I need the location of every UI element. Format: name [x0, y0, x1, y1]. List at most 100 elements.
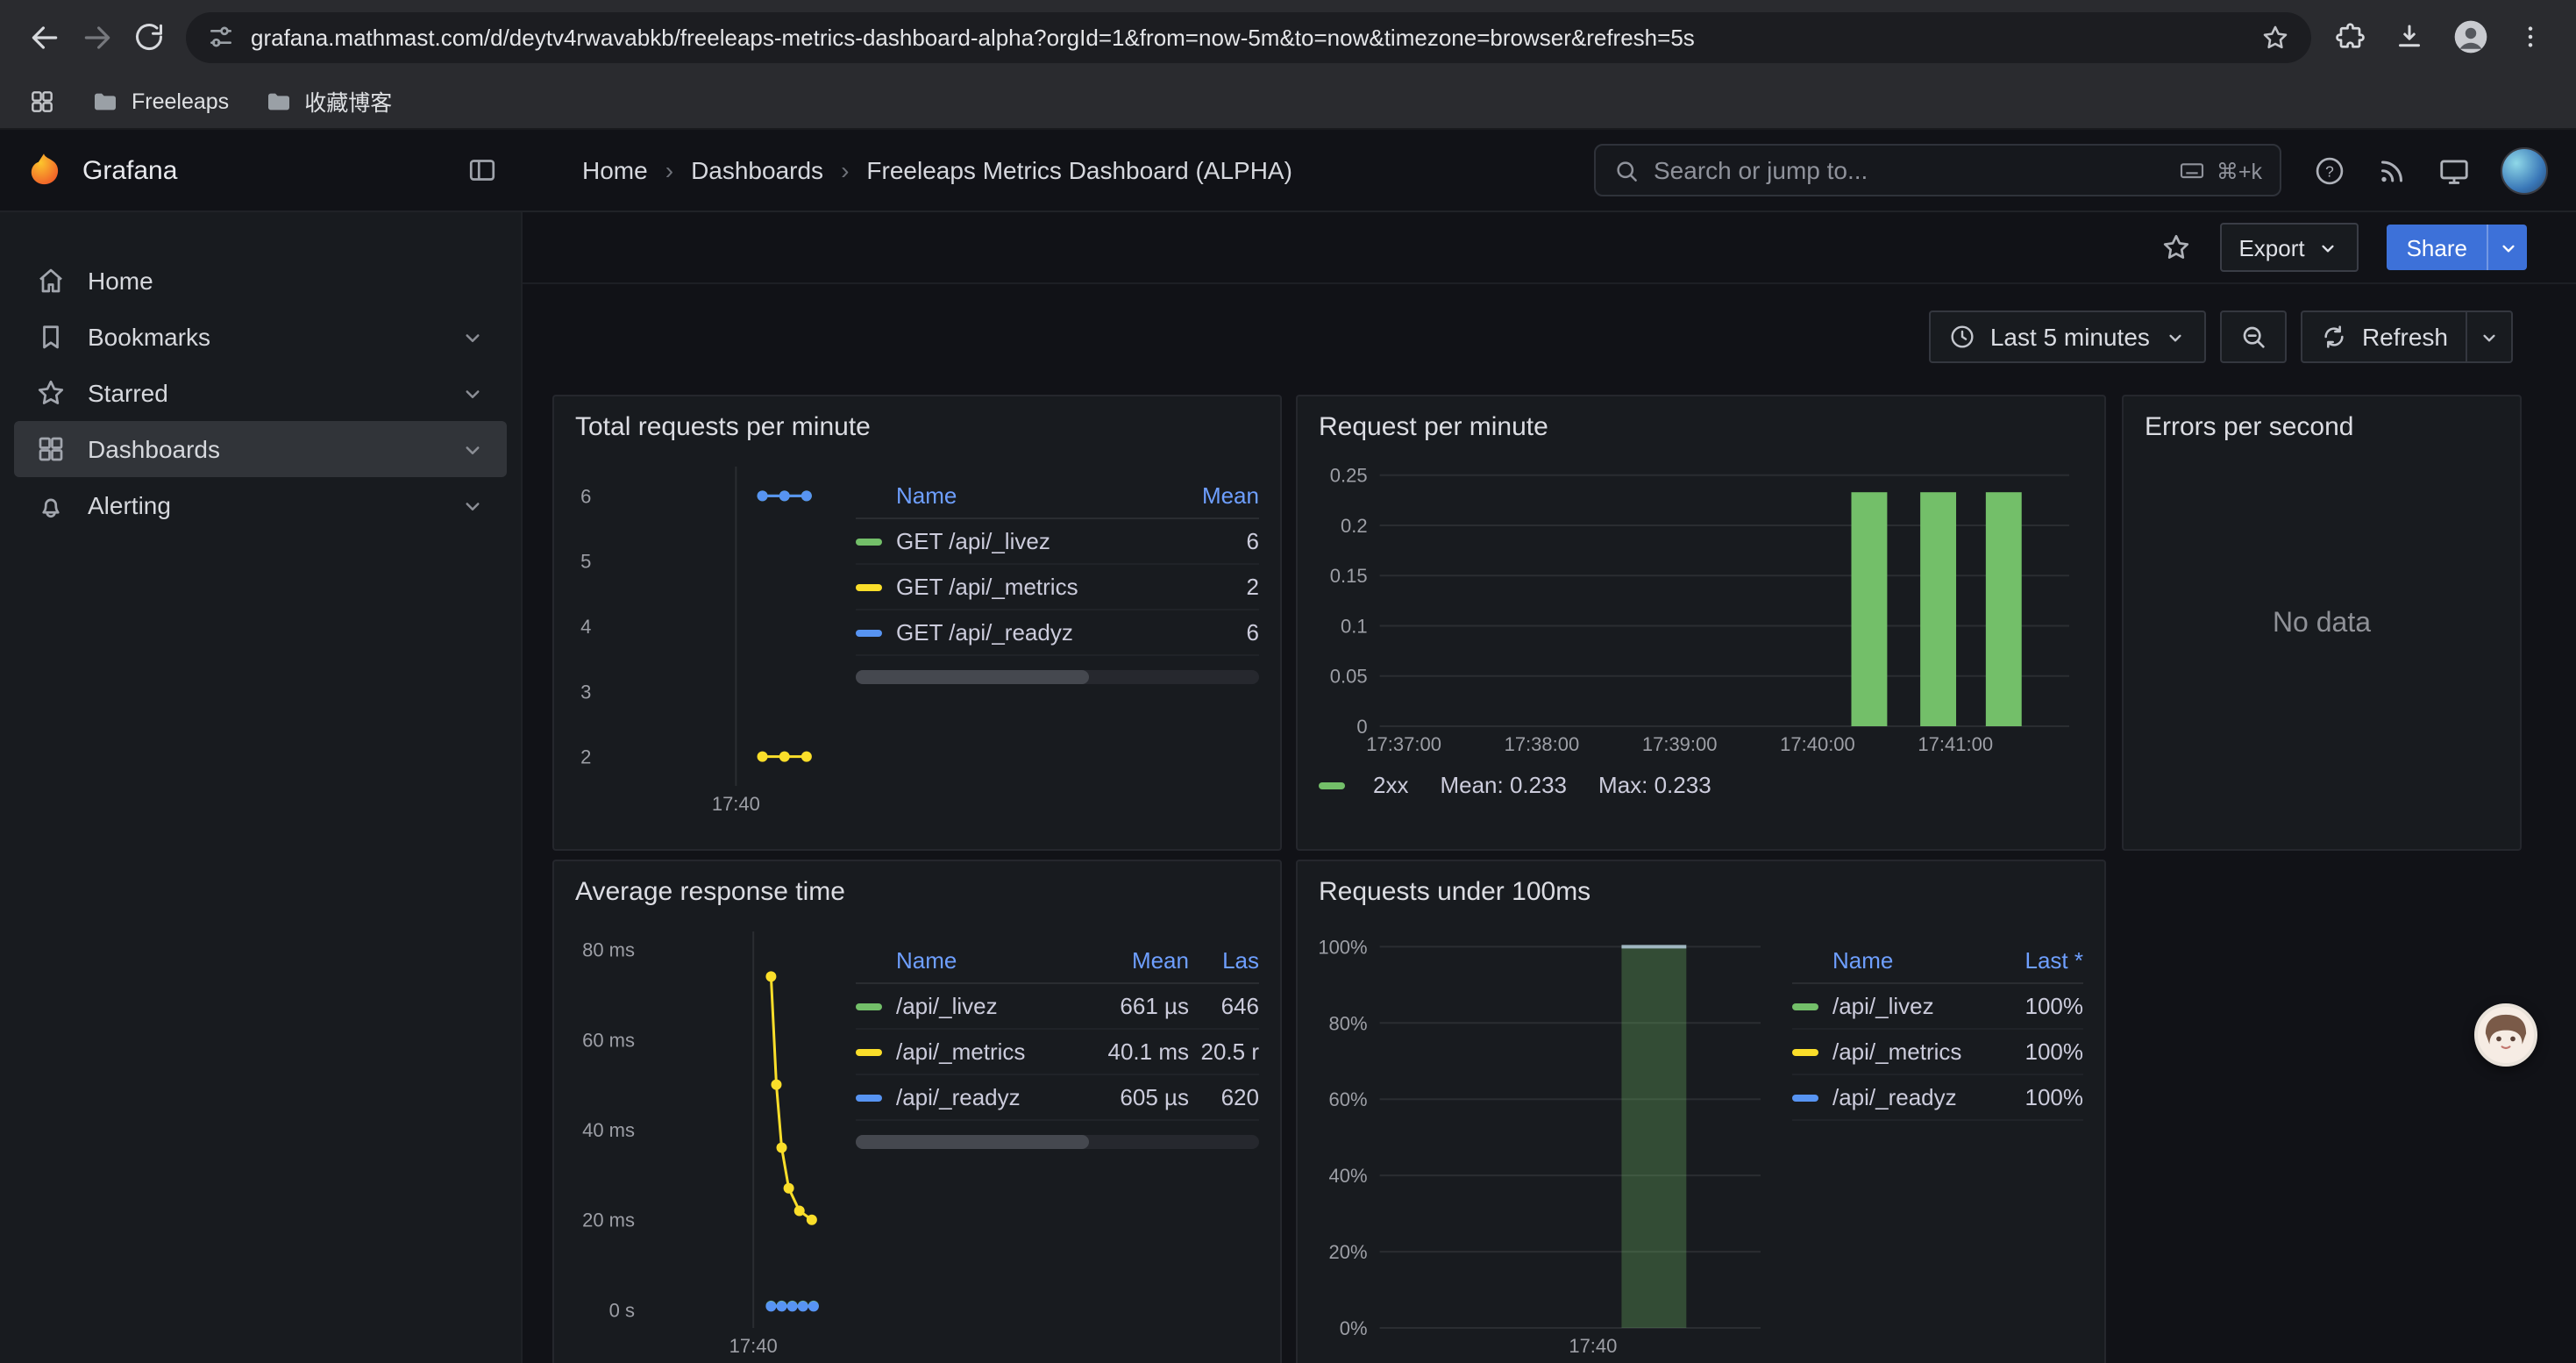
series-name[interactable]: /api/_metrics: [1832, 1038, 1996, 1065]
user-avatar[interactable]: [2501, 146, 2548, 194]
legend-row[interactable]: /api/_metrics 40.1 ms 20.5 r: [856, 1030, 1259, 1075]
bar-chart[interactable]: 0.250.20.150.10.05017:37:0017:38:0017:39…: [1319, 449, 2083, 758]
breadcrumb-dashboards[interactable]: Dashboards: [691, 156, 823, 184]
column-header-name[interactable]: Name: [1792, 947, 1996, 974]
sidebar-item-bookmarks[interactable]: Bookmarks: [14, 309, 507, 365]
home-icon: [35, 265, 67, 296]
sidebar-item-home[interactable]: Home: [14, 253, 507, 309]
series-last: 100%: [1996, 1084, 2083, 1110]
svg-text:17:38:00: 17:38:00: [1505, 733, 1580, 755]
clock-icon: [1948, 323, 1976, 351]
series-color-dash: [1792, 1048, 1818, 1055]
time-controls: Last 5 minutes Refresh: [1929, 310, 2513, 363]
search-placeholder: Search or jump to...: [1654, 156, 1868, 184]
series-name[interactable]: /api/_readyz: [1832, 1084, 1996, 1110]
legend[interactable]: 2xx Mean: 0.233 Max: 0.233: [1319, 772, 2083, 798]
horizontal-scrollbar[interactable]: [856, 670, 1259, 684]
bar-chart[interactable]: 100%80%60%40%20%0%17:40: [1319, 917, 1775, 1359]
panel-title[interactable]: Requests under 100ms: [1319, 872, 2083, 914]
refresh-label: Refresh: [2362, 323, 2448, 351]
column-header-mean[interactable]: Mean: [1084, 947, 1189, 974]
series-name[interactable]: /api/_metrics: [896, 1038, 1084, 1065]
legend-row[interactable]: /api/_livez 100%: [1792, 984, 2083, 1030]
share-button[interactable]: Share: [2387, 225, 2527, 270]
export-button[interactable]: Export: [2219, 223, 2359, 272]
legend-row[interactable]: GET /api/_metrics 2: [856, 565, 1259, 610]
series-mean: 6: [1161, 528, 1259, 554]
reload-icon: [133, 21, 165, 53]
chevron-down-icon[interactable]: [459, 492, 486, 518]
chevron-down-icon[interactable]: [459, 324, 486, 350]
apps-grid-icon[interactable]: [28, 87, 56, 115]
folder-icon: [264, 87, 292, 115]
series-name[interactable]: /api/_livez: [1832, 993, 1996, 1019]
downloads-icon[interactable]: [2394, 21, 2425, 53]
line-chart[interactable]: 80 ms60 ms40 ms20 ms0 s17:40: [575, 917, 838, 1359]
panel-title[interactable]: Errors per second: [2145, 407, 2499, 449]
series-mean: 605 µs: [1084, 1084, 1189, 1110]
series-color-dash: [1792, 1094, 1818, 1101]
panel-title[interactable]: Average response time: [575, 872, 1259, 914]
chevron-down-icon[interactable]: [459, 380, 486, 406]
grafana-logo[interactable]: [25, 151, 63, 189]
bookmark-star-icon[interactable]: [2260, 22, 2290, 52]
reload-button[interactable]: [123, 11, 175, 63]
series-name[interactable]: 2xx: [1373, 772, 1408, 798]
sidebar-item-dashboards[interactable]: Dashboards: [14, 421, 507, 477]
url-text[interactable]: grafana.mathmast.com/d/deytv4rwavabkb/fr…: [251, 24, 2245, 50]
series-name[interactable]: GET /api/_metrics: [896, 574, 1161, 600]
breadcrumb-home[interactable]: Home: [582, 156, 648, 184]
refresh-button[interactable]: Refresh: [2301, 310, 2467, 363]
panel-title[interactable]: Total requests per minute: [575, 407, 1259, 449]
time-range-picker[interactable]: Last 5 minutes: [1929, 310, 2206, 363]
site-settings-icon[interactable]: [207, 23, 235, 51]
column-header-last[interactable]: Las: [1189, 947, 1259, 974]
legend-row[interactable]: /api/_readyz 605 µs 620: [856, 1075, 1259, 1121]
sidebar-item-starred[interactable]: Starred: [14, 365, 507, 421]
panel-grid: Total requests per minute 6543217:40 Nam…: [552, 395, 2522, 1363]
legend-row[interactable]: /api/_livez 661 µs 646: [856, 984, 1259, 1030]
series-name[interactable]: GET /api/_livez: [896, 528, 1161, 554]
favorite-star-icon[interactable]: [2160, 232, 2191, 263]
legend-row[interactable]: /api/_readyz 100%: [1792, 1075, 2083, 1121]
rss-icon[interactable]: [2376, 154, 2408, 186]
search-input[interactable]: Search or jump to... ⌘+k: [1594, 144, 2281, 196]
svg-text:20%: 20%: [1329, 1241, 1368, 1263]
svg-text:17:41:00: 17:41:00: [1918, 733, 1993, 755]
panel-title[interactable]: Request per minute: [1319, 407, 2083, 449]
bookmark-folder-blogs[interactable]: 收藏博客: [264, 84, 392, 118]
refresh-interval-caret[interactable]: [2467, 310, 2513, 363]
monitor-icon[interactable]: [2437, 153, 2471, 187]
column-header-name[interactable]: Name: [856, 482, 1161, 509]
series-mean: 6: [1161, 619, 1259, 646]
column-header-last[interactable]: Last *: [1996, 947, 2083, 974]
forward-button[interactable]: [70, 11, 123, 63]
chevron-down-icon: [2317, 236, 2340, 259]
browser-menu-kebab-icon[interactable]: [2516, 23, 2544, 51]
sidebar-item-alerting[interactable]: Alerting: [14, 477, 507, 533]
legend-row[interactable]: /api/_metrics 100%: [1792, 1030, 2083, 1075]
browser-profile-avatar[interactable]: [2451, 18, 2490, 56]
help-icon[interactable]: ?: [2313, 153, 2346, 187]
legend-row[interactable]: GET /api/_livez 6: [856, 519, 1259, 565]
zoom-out-button[interactable]: [2220, 310, 2287, 363]
series-name[interactable]: /api/_readyz: [896, 1084, 1084, 1110]
scrollbar-thumb[interactable]: [856, 670, 1090, 684]
horizontal-scrollbar[interactable]: [856, 1135, 1259, 1149]
scrollbar-thumb[interactable]: [856, 1135, 1090, 1149]
series-name[interactable]: GET /api/_readyz: [896, 619, 1161, 646]
line-chart[interactable]: 6543217:40: [575, 453, 838, 817]
back-button[interactable]: [18, 11, 70, 63]
series-name[interactable]: /api/_livez: [896, 993, 1084, 1019]
extensions-icon[interactable]: [2336, 21, 2367, 53]
column-header-name[interactable]: Name: [856, 947, 1084, 974]
share-menu-caret[interactable]: [2487, 225, 2527, 270]
bookmark-folder-freeleaps[interactable]: Freeleaps: [91, 87, 229, 115]
url-bar[interactable]: grafana.mathmast.com/d/deytv4rwavabkb/fr…: [186, 11, 2311, 62]
chevron-down-icon[interactable]: [459, 436, 486, 462]
panel-errors-per-second: Errors per second No data: [2122, 395, 2522, 851]
column-header-mean[interactable]: Mean: [1161, 482, 1259, 509]
floating-assistant-avatar[interactable]: [2474, 1003, 2537, 1067]
legend-row[interactable]: GET /api/_readyz 6: [856, 610, 1259, 656]
sidebar-toggle-icon[interactable]: [466, 154, 498, 186]
